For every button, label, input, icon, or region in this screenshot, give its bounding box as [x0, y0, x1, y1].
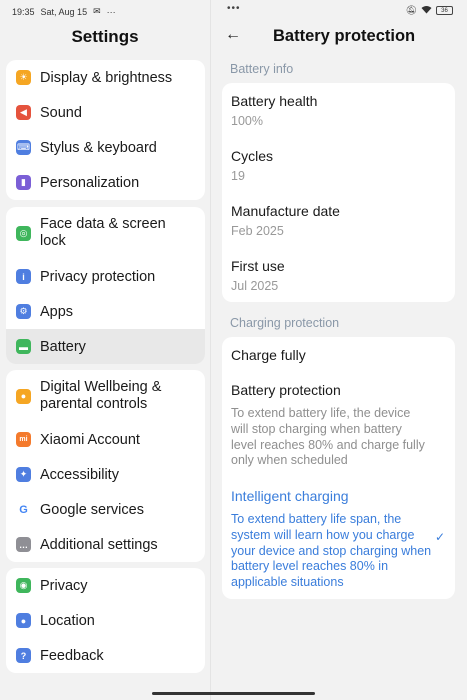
intelligent-charging-option[interactable]: Intelligent charging: [231, 488, 349, 504]
section-label-charging-protection: Charging protection: [230, 316, 340, 330]
accessibility-icon: ✦: [16, 467, 31, 482]
wifi-icon: [421, 5, 432, 16]
battery-info-card: Battery health 100% Cycles 19 Manufactur…: [222, 83, 455, 302]
location-pin-icon: ●: [16, 613, 31, 628]
back-arrow-icon[interactable]: ←: [225, 26, 241, 44]
multitask-handle[interactable]: •••: [227, 3, 241, 14]
more-notifications-icon: ···: [106, 6, 116, 17]
sidebar-item-label: Face data & screen lock: [40, 216, 166, 249]
sidebar-item-label: Stylus & keyboard: [40, 139, 157, 156]
status-time: 19:35: [12, 6, 35, 17]
sidebar-item-face-data[interactable]: ◎ Face data & screen lock: [6, 207, 205, 259]
section-label-battery-info: Battery info: [230, 62, 294, 76]
sidebar-item-label: Sound: [40, 104, 82, 121]
sidebar-item-display[interactable]: ☀ Display & brightness: [6, 60, 205, 95]
sidebar-item-label: Digital Wellbeing & parental controls: [40, 379, 162, 412]
settings-group-4: ◉ Privacy ● Location ? Feedback: [6, 568, 205, 673]
sidebar-item-privacy[interactable]: ◉ Privacy: [6, 568, 205, 603]
sidebar-item-additional-settings[interactable]: … Additional settings: [6, 527, 205, 562]
manufacture-date-title: Manufacture date: [231, 203, 340, 219]
settings-group-2: ◎ Face data & screen lock i Privacy prot…: [6, 207, 205, 364]
sidebar-item-label: Google services: [40, 501, 144, 518]
sidebar-item-stylus-keyboard[interactable]: ⌨ Stylus & keyboard: [6, 130, 205, 165]
charge-fully-option[interactable]: Charge fully: [231, 347, 306, 363]
manufacture-date-value: Feb 2025: [231, 224, 284, 238]
sidebar-item-label: Battery: [40, 338, 86, 355]
sidebar-item-label: Location: [40, 612, 95, 629]
cycles-value: 19: [231, 169, 245, 183]
first-use-value: Jul 2025: [231, 279, 279, 293]
battery-protection-description: To extend battery life, the device will …: [231, 406, 425, 468]
page-title: Battery protection: [273, 27, 416, 45]
status-left: 19:35 Sat, Aug 15 ✉ ···: [12, 6, 116, 17]
home-indicator[interactable]: [152, 692, 315, 695]
mail-icon: ✉: [93, 6, 101, 16]
sidebar-item-google-services[interactable]: G Google services: [6, 492, 205, 527]
sidebar-item-label: Personalization: [40, 174, 140, 191]
fingerprint-icon: ◎: [16, 225, 31, 241]
right-header: ← Battery protection: [211, 22, 467, 52]
battery-protection-option[interactable]: Battery protection: [231, 382, 341, 398]
settings-group-1: ☀ Display & brightness ◀ Sound ⌨ Stylus …: [6, 60, 205, 200]
person-icon: ●: [16, 388, 31, 404]
keyboard-icon: ⌨: [16, 140, 31, 155]
sidebar-item-personalization[interactable]: ▮ Personalization: [6, 165, 205, 200]
mute-icon: 🔕︎: [405, 5, 417, 15]
battery-icon: ▬: [16, 339, 31, 354]
cycles-title: Cycles: [231, 148, 274, 164]
google-icon: G: [16, 502, 31, 517]
sidebar-item-location[interactable]: ● Location: [6, 603, 205, 638]
status-bar: 19:35 Sat, Aug 15 ✉ ··· ••• 🔕︎ 36: [0, 0, 467, 22]
battery-level: 36: [441, 7, 448, 14]
sidebar-item-label: Accessibility: [40, 466, 119, 483]
settings-title: Settings: [71, 27, 139, 46]
settings-group-3: ● Digital Wellbeing & parental controls …: [6, 370, 205, 562]
battery-health-value: 100%: [231, 114, 263, 128]
sidebar-item-label: Privacy protection: [40, 268, 156, 285]
sidebar-item-label: Privacy: [40, 577, 88, 594]
checkmark-icon: ✓: [434, 530, 445, 544]
brush-icon: ▮: [16, 175, 31, 190]
first-use-title: First use: [231, 258, 285, 274]
sidebar-item-label: Apps: [40, 303, 74, 320]
sun-icon: ☀: [16, 70, 31, 85]
battery-status-icon: 36: [436, 6, 453, 15]
help-icon: ?: [16, 648, 31, 663]
gear-icon: ⚙: [16, 304, 31, 319]
mi-icon: mi: [16, 432, 31, 447]
status-date: Sat, Aug 15: [40, 6, 88, 17]
intelligent-charging-description: To extend battery life span, the system …: [231, 512, 432, 590]
more-icon: …: [16, 537, 31, 552]
battery-health-title: Battery health: [231, 93, 318, 109]
sidebar-item-label: Feedback: [40, 647, 104, 664]
sidebar-item-label: Display & brightness: [40, 69, 173, 86]
charging-protection-card: Charge fully Battery protection To exten…: [222, 337, 455, 599]
info-icon: i: [16, 269, 31, 284]
sidebar-item-accessibility[interactable]: ✦ Accessibility: [6, 457, 205, 492]
sidebar-item-digital-wellbeing[interactable]: ● Digital Wellbeing & parental controls: [6, 370, 205, 422]
sidebar-item-sound[interactable]: ◀ Sound: [6, 95, 205, 130]
sidebar-item-label: Additional settings: [40, 536, 158, 553]
sidebar-item-privacy-protection[interactable]: i Privacy protection: [6, 259, 205, 294]
status-right: 🔕︎ 36: [406, 5, 453, 16]
sidebar-item-xiaomi-account[interactable]: mi Xiaomi Account: [6, 422, 205, 457]
eye-icon: ◉: [16, 578, 31, 593]
sidebar-item-label: Xiaomi Account: [40, 431, 140, 448]
sidebar-item-battery[interactable]: ▬ Battery: [6, 329, 205, 364]
speaker-icon: ◀: [16, 105, 31, 120]
sidebar-item-feedback[interactable]: ? Feedback: [6, 638, 205, 673]
pane-divider: [210, 0, 211, 700]
sidebar-item-apps[interactable]: ⚙ Apps: [6, 294, 205, 329]
